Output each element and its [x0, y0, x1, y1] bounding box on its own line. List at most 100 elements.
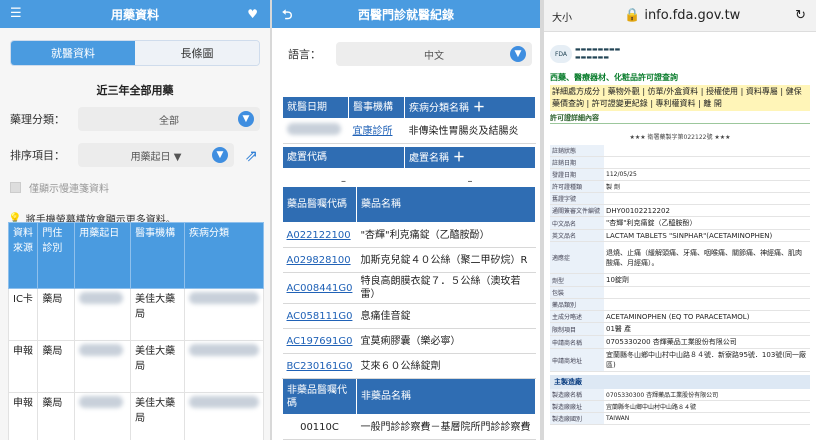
detail-row: 劑型 10錠劑	[550, 273, 810, 287]
detail-nav-links[interactable]: 詳細處方成分 | 藥物外觀 | 仿單/外盒資料 | 授權使用 | 資料專屬 | …	[550, 85, 810, 111]
outpatient-panel: ⮌ 西醫門診就醫紀錄 語言： 中文 ▼ 就醫日期 醫事機構 疾病分類名稱＋ 宜康…	[272, 0, 540, 440]
col-proc-code: 處置代碼	[282, 146, 405, 169]
field-value: 01醫 產	[604, 322, 810, 336]
chevron-down-icon: ▼	[238, 111, 254, 127]
table-row: A029828100 加斯克兒錠４０公絲（聚二甲矽烷）R	[282, 247, 536, 273]
plus-icon[interactable]: ＋	[453, 150, 465, 164]
col-drug-name: 藥品名稱	[355, 186, 537, 223]
field-label: 藥品類別	[550, 298, 604, 311]
detail-row: 申請商地址 宜蘭縣冬山鄉中山村中山路８４號．新寮路95號．103號(同一廠區)	[550, 348, 810, 372]
detail-row: 申請商名稱 0705330200 杏輝藥品工業股份有限公司	[550, 335, 810, 349]
license-detail-table: 註銷狀態 註銷日期 發證日期 112/05/25 許可證種類製 劑舊證字號 通關簽審文件編…	[550, 145, 810, 372]
col-proc-name: 處置名稱＋	[404, 146, 536, 169]
field-label: 發證日期	[550, 168, 604, 181]
table-header: 藥品醫囑代碼 藥品名稱	[282, 186, 537, 223]
visit-table: 就醫日期 醫事機構 疾病分類名稱＋ 宜康診所 非傳染性胃腸炎及結腸炎	[282, 96, 536, 144]
field-label: 主成分略述	[550, 310, 604, 323]
category-select[interactable]: 全部 ▼	[78, 107, 260, 131]
table-row[interactable]: 申報 藥局 美佳大藥局	[7, 392, 264, 440]
field-value	[604, 145, 810, 157]
field-value: 宜蘭縣冬山鄉中山村中山路８４號．新寮路95號．103號(同一廠區)	[604, 348, 810, 372]
detail-row: 限制項目 01醫 產	[550, 322, 810, 336]
redacted-disease	[189, 344, 259, 356]
table-header: 處置代碼 處置名稱＋	[282, 146, 536, 169]
field-label: 註銷狀態	[550, 145, 604, 157]
field-label: 製造廠名稱	[550, 389, 604, 401]
field-label: 註銷日期	[550, 156, 604, 169]
detail-row: 製造廠名稱 0705330300 杏輝藥品工業股份有限公司	[550, 389, 810, 401]
category-row: 藥理分類： 全部 ▼	[10, 106, 260, 132]
field-value: 0705330300 杏輝藥品工業股份有限公司	[604, 389, 810, 401]
chevron-down-icon: ▼	[510, 46, 526, 62]
chevron-down-icon: ▼	[212, 147, 228, 163]
sort-row: 排序項目： 用藥起日 ▼ ▼ ⇗	[10, 142, 260, 168]
external-link-icon[interactable]: ⇗	[245, 146, 258, 165]
field-value: 宜蘭縣冬山鄉中山村中山路８４號	[604, 400, 810, 413]
field-label: 申請商地址	[550, 348, 604, 372]
detail-row: 英文品名 LACTAM TABLETS "SINPHAR"(ACETAMINOPH…	[550, 229, 810, 242]
field-label: 限制項目	[550, 322, 604, 336]
drug-code-link[interactable]: AC197691G0	[282, 328, 357, 354]
field-label: 適應症	[550, 241, 604, 274]
lock-icon: 🔒	[624, 8, 641, 23]
drug-table: 藥品醫囑代碼 藥品名稱 A022122100 "杏輝"利克痛錠（乙醯胺酚） A02…	[282, 186, 537, 440]
reload-icon[interactable]: ↻	[795, 8, 806, 23]
table-row: BC230161G0 艾來６０公絲錠劑	[282, 353, 536, 379]
field-value	[604, 156, 810, 169]
detail-row: 製造廠國別 TAIWAN	[550, 412, 810, 425]
field-label: 申請商名稱	[550, 335, 604, 349]
field-label: 舊證字號	[550, 192, 604, 205]
col-start-date: 用藥起日	[74, 222, 132, 289]
text-size-button[interactable]: 大小	[552, 9, 572, 24]
field-value: 112/05/25	[604, 168, 810, 181]
language-row: 語言： 中文 ▼	[288, 42, 532, 66]
chronic-checkbox-row[interactable]: 僅顯示慢連箋資料	[10, 180, 260, 195]
detail-row: 註銷日期	[550, 156, 810, 169]
fda-header: FDA ▬▬▬▬▬▬▬▬ ▬▬▬▬▬▬	[550, 42, 810, 66]
detail-row: 中文品名 "杏輝"利克痛錠（乙醯胺酚）	[550, 216, 810, 230]
maker-section-title: 主製造廠	[550, 375, 810, 389]
table-row: AC058111G0 息痛佳音錠	[282, 303, 536, 329]
heart-icon[interactable]: ♥	[247, 7, 258, 21]
field-label: 製造廠廠址	[550, 400, 604, 413]
back-icon[interactable]: ⮌	[282, 6, 292, 28]
plus-icon[interactable]: ＋	[473, 100, 485, 114]
org-link[interactable]: 宜康診所	[348, 118, 405, 144]
drug-code-link[interactable]: BC230161G0	[282, 353, 357, 379]
drug-code-link[interactable]: A029828100	[282, 247, 357, 273]
redacted-disease	[189, 396, 259, 408]
table-row: AC197691G0 宜莫痢膠囊（樂必寧）	[282, 328, 536, 354]
url-field[interactable]: 🔒 info.fda.gov.tw	[624, 8, 740, 23]
drug-code-link[interactable]: A022122100	[282, 222, 357, 248]
col-org: 醫事機構	[130, 222, 185, 289]
table-header: 非藥品醫囑代碼 非藥品名稱	[282, 378, 537, 415]
field-value	[604, 298, 810, 311]
field-label: 包裝	[550, 286, 604, 299]
field-value: DHY00102212202	[604, 204, 810, 217]
table-row[interactable]: 申報 藥局 美佳大藥局	[7, 340, 264, 393]
tab-bar-chart[interactable]: 長條圖	[135, 41, 259, 65]
field-value: 製 劑	[604, 180, 810, 193]
tab-visit-data[interactable]: 就醫資料	[11, 41, 135, 65]
query-title: 西藥、醫療器材、化粧品許可證查詢	[550, 73, 678, 82]
menu-icon[interactable]: ☰	[10, 6, 22, 21]
section-title: 近三年全部用藥	[96, 84, 174, 97]
drug-code-link[interactable]: AC058111G0	[282, 303, 357, 329]
medication-table: 資料來源 門住診別 用藥起日 醫事機構 疾病分類 IC卡 藥局 美佳大藥局 申報…	[7, 222, 264, 440]
field-value: ACETAMINOPHEN (EQ TO PARACETAMOL)	[604, 310, 810, 323]
redacted-date	[79, 292, 124, 304]
col-source: 資料來源	[7, 222, 39, 289]
language-select[interactable]: 中文 ▼	[336, 42, 532, 66]
sort-select[interactable]: 用藥起日 ▼ ▼	[78, 143, 234, 167]
redacted-disease	[189, 292, 259, 304]
checkbox[interactable]	[10, 182, 21, 193]
table-row: A022122100 "杏輝"利克痛錠（乙醯胺酚）	[282, 222, 536, 248]
medication-panel: ☰ 用藥資料 ♥ 就醫資料 長條圖 近三年全部用藥 藥理分類： 全部 ▼ 排序項…	[0, 0, 270, 440]
drug-code-link[interactable]: AC008441G0	[282, 272, 357, 304]
detail-row: 製造廠廠址 宜蘭縣冬山鄉中山村中山路８４號	[550, 400, 810, 413]
table-row: AC008441G0 特良高朗膜衣錠７．５公絲（澳玫若雷）	[282, 272, 536, 304]
field-value: TAIWAN	[604, 412, 810, 425]
table-row[interactable]: IC卡 藥局 美佳大藥局	[7, 288, 264, 341]
detail-row: 註銷狀態	[550, 145, 810, 157]
maker-table: 製造廠名稱 0705330300 杏輝藥品工業股份有限公司 製造廠廠址 宜蘭縣冬山鄉中…	[550, 389, 810, 425]
